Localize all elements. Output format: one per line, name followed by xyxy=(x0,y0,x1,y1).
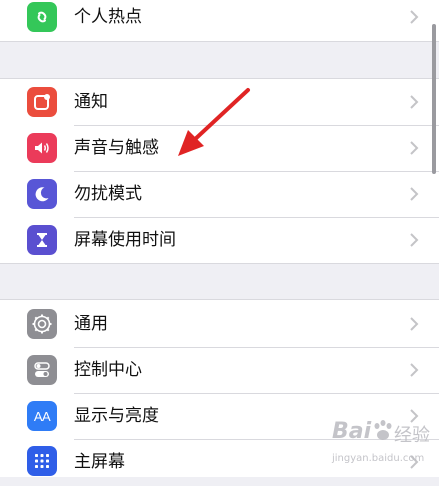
notifications-icon xyxy=(27,87,57,117)
settings-row-label: 屏幕使用时间 xyxy=(74,230,176,250)
watermark-brand: Bai xyxy=(332,419,372,444)
settings-row-label: 声音与触感 xyxy=(74,138,159,158)
settings-row-general[interactable]: 通用 xyxy=(0,300,439,346)
settings-row-do-not-disturb[interactable]: 勿扰模式 xyxy=(0,172,439,218)
settings-row-label: 勿扰模式 xyxy=(74,184,142,204)
paw-icon xyxy=(374,420,392,440)
chevron-right-icon xyxy=(410,141,419,155)
settings-row-label: 显示与亮度 xyxy=(74,406,159,426)
gear-icon xyxy=(27,309,57,339)
scroll-indicator[interactable] xyxy=(432,24,436,174)
settings-row-label: 主屏幕 xyxy=(74,452,125,472)
speaker-icon xyxy=(27,133,57,163)
chevron-right-icon xyxy=(410,233,419,247)
watermark-url: jingyan.baidu.com xyxy=(332,453,425,464)
hourglass-icon xyxy=(27,225,57,255)
moon-icon xyxy=(27,179,57,209)
text-size-glyph: AA xyxy=(33,408,51,424)
home-screen-icon xyxy=(27,446,57,476)
chevron-right-icon xyxy=(410,10,419,24)
settings-row-label: 通知 xyxy=(74,92,108,112)
watermark: Bai 经验 jingyan.baidu.com xyxy=(328,415,438,473)
chevron-right-icon xyxy=(410,317,419,331)
toggles-icon xyxy=(27,355,57,385)
text-size-icon: AA xyxy=(27,401,57,431)
watermark-brand-2: 经验 xyxy=(394,425,430,446)
settings-row-label: 个人热点 xyxy=(74,7,142,27)
settings-row-control-center[interactable]: 控制中心 xyxy=(0,348,439,394)
settings-group-1: 个人热点 xyxy=(0,0,439,42)
annotation-arrow-icon xyxy=(178,88,250,156)
settings-row-label: 通用 xyxy=(74,314,108,334)
settings-row-personal-hotspot[interactable]: 个人热点 xyxy=(0,0,439,43)
chevron-right-icon xyxy=(410,95,419,109)
chevron-right-icon xyxy=(410,363,419,377)
settings-row-label: 控制中心 xyxy=(74,360,142,380)
settings-row-screen-time[interactable]: 屏幕使用时间 xyxy=(0,218,439,264)
hotspot-chain-icon xyxy=(27,2,57,32)
chevron-right-icon xyxy=(410,187,419,201)
